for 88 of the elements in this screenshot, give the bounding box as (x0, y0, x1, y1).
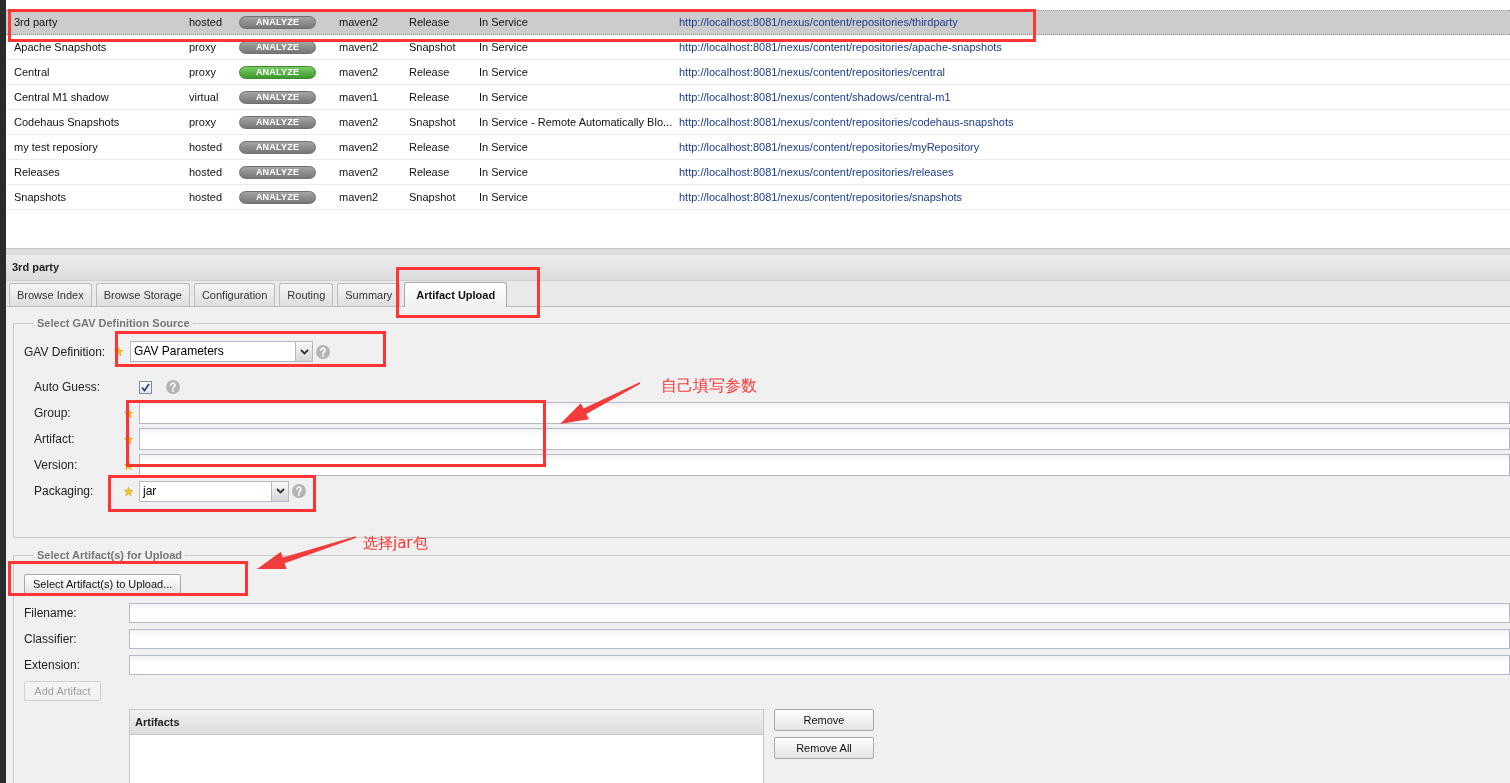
tab[interactable]: Browse Storage (95, 283, 190, 306)
repository-type: hosted (189, 189, 224, 205)
annotation-note: 选择jar包 (363, 535, 428, 552)
repository-url-link[interactable]: http://localhost:8081/nexus/content/shadows/central-m1 (679, 88, 951, 106)
repository-type: proxy (189, 64, 217, 80)
repository-name: my test reposiory (14, 139, 99, 155)
splitter-bar[interactable] (6, 248, 1510, 255)
repository-status: In Service - Remote Automatically Blo... (479, 114, 674, 130)
input-field[interactable] (129, 628, 1510, 649)
repository-name: Codehaus Snapshots (14, 114, 121, 130)
repository-url-link[interactable]: http://localhost:8081/nexus/content/repositories/myRepository (679, 138, 980, 156)
repository-url-link[interactable]: http://localhost:8081/nexus/content/repositories/releases (679, 163, 954, 181)
field-label: Extension: (24, 656, 82, 674)
section-legend: Select GAV Definition Source (34, 316, 193, 330)
repository-url-link[interactable]: http://localhost:8081/nexus/content/repositories/snapshots (679, 188, 963, 206)
field-label: Group: (34, 405, 72, 422)
repository-format: maven2 (339, 39, 380, 55)
grid-action-button[interactable]: Remove All (774, 736, 874, 759)
repository-name: 3rd party (14, 15, 59, 31)
repository-status: In Service (479, 15, 529, 31)
repository-name: Central M1 shadow (14, 89, 110, 105)
repository-policy: Release (409, 64, 451, 80)
repository-format: maven2 (339, 15, 380, 31)
field-label: Artifact: (34, 431, 76, 448)
repository-name: Snapshots (14, 189, 67, 205)
repository-format: maven2 (339, 164, 380, 180)
repository-type: hosted (189, 15, 224, 31)
repository-type: hosted (189, 139, 224, 155)
tab[interactable]: Browse Index (9, 283, 92, 306)
repository-name: Central (14, 64, 51, 80)
repository-policy: Snapshot (409, 39, 457, 55)
repository-format: maven2 (339, 64, 380, 80)
repository-format: maven2 (339, 189, 380, 205)
field-label: GAV Definition: (24, 343, 107, 361)
repository-url-link[interactable]: http://localhost:8081/nexus/content/repositories/thirdparty (679, 14, 958, 31)
field-label: Classifier: (24, 630, 78, 648)
repository-policy: Snapshot (409, 189, 457, 205)
repository-status: In Service (479, 39, 529, 55)
dropdown[interactable]: jar (139, 480, 289, 502)
repository-type: proxy (189, 39, 217, 55)
repository-status: In Service (479, 139, 529, 155)
tab[interactable]: Summary (337, 283, 401, 306)
repository-url-link[interactable]: http://localhost:8081/nexus/content/repositories/codehaus-snapshots (679, 113, 1014, 131)
input-field[interactable] (129, 654, 1510, 675)
repository-policy: Release (409, 164, 451, 180)
help-icon[interactable] (292, 484, 306, 498)
caret-icon (299, 348, 309, 355)
checkbox[interactable] (139, 380, 152, 394)
panel-title: 3rd party (6, 255, 1510, 281)
repository-name: Apache Snapshots (14, 39, 108, 55)
repository-status: In Service (479, 164, 529, 180)
repository-policy: Snapshot (409, 114, 457, 130)
repository-type: proxy (189, 114, 217, 130)
repository-policy: Release (409, 89, 451, 105)
section-legend: Select Artifact(s) for Upload (34, 548, 186, 562)
repository-policy: Release (409, 15, 451, 31)
repository-url-link[interactable]: http://localhost:8081/nexus/content/repositories/apache-snapshots (679, 38, 1002, 56)
grid-action-button[interactable]: Remove (774, 708, 874, 731)
repository-format: maven2 (339, 139, 380, 155)
grid-header: Artifacts (130, 709, 763, 735)
checkmark-icon (141, 382, 150, 392)
field-label: Filename: (24, 604, 78, 622)
repository-status: In Service (479, 64, 529, 80)
repository-type: virtual (189, 89, 220, 105)
repository-url-link[interactable]: http://localhost:8081/nexus/content/repositories/central (679, 63, 945, 81)
input-field[interactable] (129, 602, 1510, 623)
caret-icon (275, 488, 285, 494)
input-field[interactable] (139, 428, 1510, 450)
field-label: Version: (34, 457, 79, 474)
repository-status: In Service (479, 189, 529, 205)
field-label: Packaging: (34, 483, 95, 500)
repository-type: hosted (189, 164, 224, 180)
input-field[interactable] (139, 402, 1510, 424)
help-icon[interactable] (166, 380, 180, 394)
tab[interactable]: Routing (279, 283, 334, 306)
tab[interactable]: Configuration (193, 283, 276, 306)
select-artifacts-button[interactable]: Select Artifact(s) to Upload... (24, 574, 182, 594)
field-label: Auto Guess: (34, 379, 102, 396)
repository-status: In Service (479, 89, 529, 105)
repository-policy: Release (409, 139, 451, 155)
annotation-note: 自己填写参数 (661, 377, 757, 395)
repository-format: maven1 (339, 89, 380, 105)
tab[interactable]: Artifact Upload (404, 282, 508, 307)
help-icon[interactable] (316, 344, 330, 359)
input-field[interactable] (139, 454, 1510, 476)
repository-name: Releases (14, 164, 61, 180)
dropdown[interactable]: GAV Parameters (130, 341, 313, 362)
repository-format: maven2 (339, 114, 380, 130)
